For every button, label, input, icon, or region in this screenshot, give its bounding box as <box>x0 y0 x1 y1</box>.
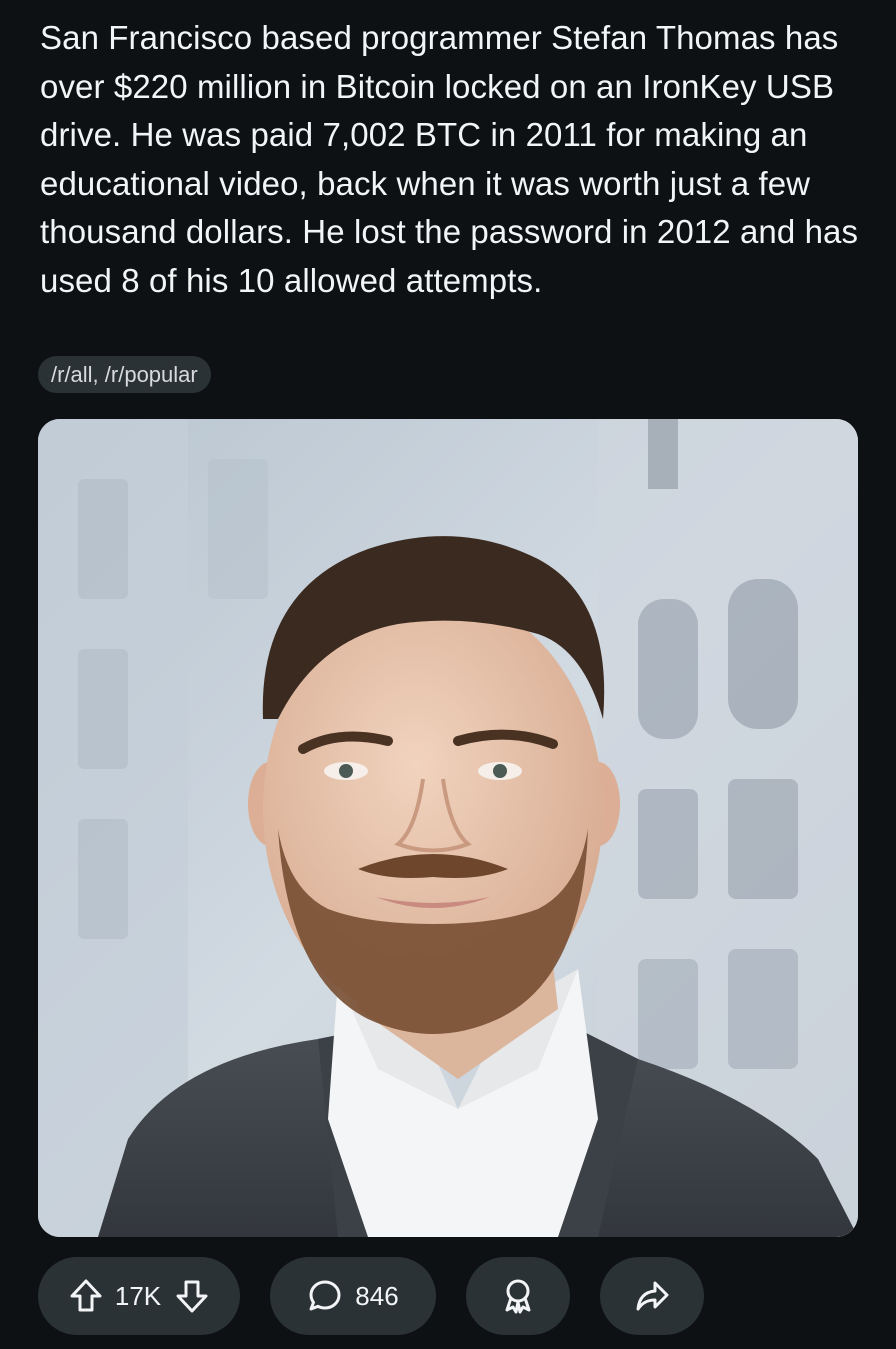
vote-control: 17K <box>38 1257 240 1335</box>
comment-count: 846 <box>355 1280 399 1311</box>
portrait-photo <box>38 419 858 1237</box>
share-arrow-icon <box>634 1279 670 1313</box>
upvote-arrow-icon[interactable] <box>69 1278 103 1314</box>
post-flair[interactable]: /r/all, /r/popular <box>38 356 211 393</box>
share-button[interactable] <box>600 1257 704 1335</box>
post-action-bar: 17K 846 <box>38 1257 858 1335</box>
post-title[interactable]: San Francisco based programmer Stefan Th… <box>40 14 870 305</box>
award-button[interactable] <box>466 1257 570 1335</box>
post-image[interactable] <box>38 419 858 1237</box>
vote-count: 17K <box>114 1280 162 1311</box>
comments-button[interactable]: 846 <box>270 1257 436 1335</box>
comment-bubble-icon <box>307 1278 343 1314</box>
downvote-arrow-icon[interactable] <box>175 1278 209 1314</box>
award-icon <box>500 1277 536 1315</box>
